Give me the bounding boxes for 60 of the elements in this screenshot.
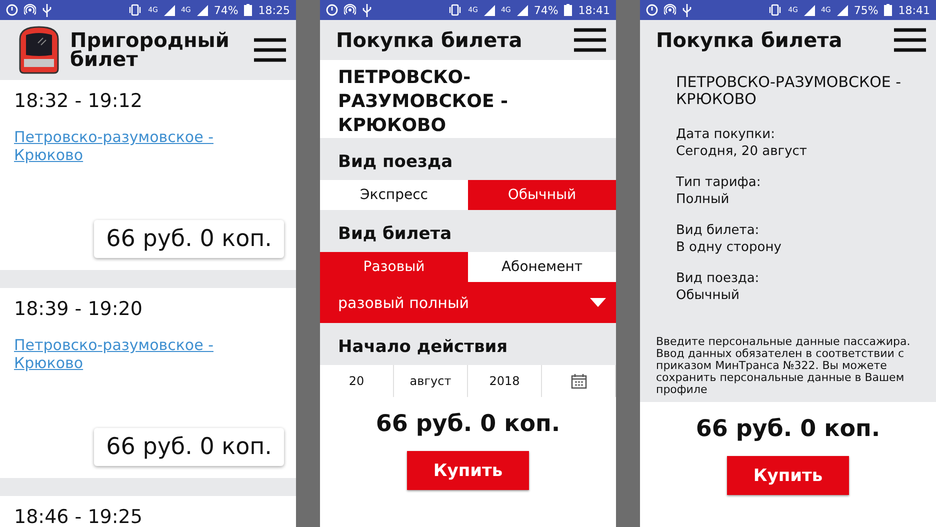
signal-icon: [804, 4, 815, 16]
buy-button[interactable]: Купить: [407, 451, 529, 490]
option-toggle[interactable]: Разовый: [320, 252, 468, 282]
clock-time: 18:41: [578, 4, 610, 16]
section-label: Начало действия: [337, 336, 509, 359]
price-button[interactable]: 66 руб. 0 коп.: [94, 428, 284, 466]
clock-time: 18:25: [258, 4, 290, 16]
detail-item: Вид поезда: Обычный: [676, 270, 760, 304]
vibrate-icon: [768, 4, 782, 16]
calendar-icon: [570, 373, 586, 389]
signal-icon: [484, 4, 495, 16]
alarm-icon: [646, 4, 658, 16]
notice-text: Введите персональные данные пассажира. Ввод данных обязателен в соответствии с приказом МинТранса №322. Вы можете сохранить персональные данные в Вашем профиле: [655, 336, 912, 398]
ticket-price: 66 руб. 0 коп.: [376, 411, 560, 437]
screen-title: Покупка билета: [656, 30, 844, 50]
usb-icon: [682, 4, 692, 16]
signal-icon: [516, 4, 528, 16]
screen-title: Покупка билета: [336, 30, 524, 50]
battery-icon: [244, 4, 252, 16]
menu-icon[interactable]: [574, 28, 606, 52]
menu-icon[interactable]: [894, 28, 926, 52]
alarm-icon: [6, 4, 18, 16]
signal-icon: [196, 4, 208, 16]
trip-times: 18:46 - 19:25: [14, 506, 144, 527]
ticket-price: 66 руб. 0 коп.: [696, 416, 880, 442]
option-toggle[interactable]: Обычный: [468, 180, 616, 210]
signal-icon: [164, 4, 175, 16]
battery-percent: 75%: [854, 4, 878, 16]
dropdown-arrow-icon: [590, 298, 606, 307]
usb-icon: [42, 4, 52, 16]
price-button[interactable]: 66 руб. 0 коп.: [94, 220, 284, 258]
detail-item: Дата покупки: Сегодня, 20 август: [676, 126, 808, 160]
clock-time: 18:41: [898, 4, 930, 16]
battery-percent: 74%: [534, 4, 558, 16]
hotspot-icon: [24, 4, 36, 16]
trip-times: 18:39 - 19:20: [14, 298, 144, 320]
app-title: Пригородный билет: [70, 31, 230, 69]
detail-item: Вид билета: В одну сторону: [676, 222, 782, 256]
battery-icon: [564, 4, 572, 16]
detail-item: Тип тарифа: Полный: [676, 174, 762, 208]
signal-icon: [836, 4, 848, 16]
battery-percent: 74%: [214, 4, 238, 16]
route-heading: ПЕТРОВСКО-РАЗУМОВСКОЕ - КРЮКОВО: [320, 60, 616, 138]
menu-icon[interactable]: [254, 38, 286, 62]
hotspot-icon: [344, 4, 356, 16]
hotspot-icon: [664, 4, 676, 16]
vibrate-icon: [128, 4, 142, 16]
route-heading: ПЕТРОВСКО-РАЗУМОВСКОЕ - КРЮКОВО: [676, 74, 902, 108]
battery-icon: [884, 4, 892, 16]
buy-button[interactable]: Купить: [727, 456, 849, 495]
trip-card[interactable]: 18:39 - 19:20 Петровско-разумовское - Крюково 66 руб. 0 коп.: [0, 288, 296, 478]
ticket-type-dropdown[interactable]: разовый полный: [320, 282, 616, 323]
vibrate-icon: [448, 4, 462, 16]
section-label: Вид билета: [337, 223, 453, 246]
trip-times: 18:32 - 19:12: [14, 90, 144, 112]
alarm-icon: [326, 4, 338, 16]
usb-icon: [362, 4, 372, 16]
trip-card[interactable]: 18:32 - 19:12 Петровско-разумовское - Крюково 66 руб. 0 коп.: [0, 80, 296, 270]
trip-card[interactable]: 18:46 - 19:25: [0, 496, 296, 527]
section-label: Вид поезда: [337, 151, 454, 174]
